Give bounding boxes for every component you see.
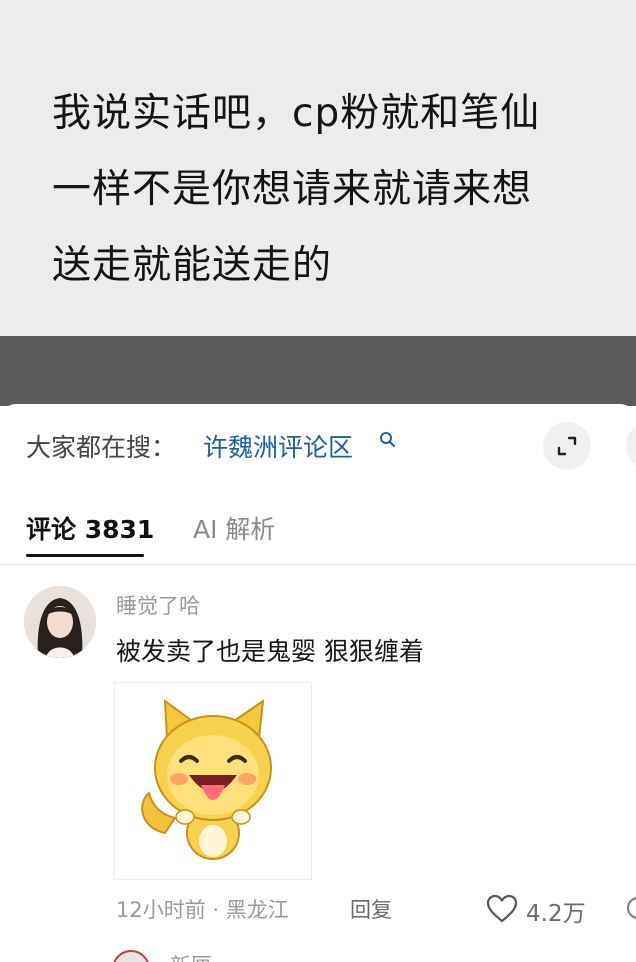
comment-sheet: 大家都在搜： 许魏洲评论区 评论 3831 AI 解析 睡觉了哈 被发卖了也是鬼… bbox=[0, 404, 636, 962]
quote-image: 我说实话吧，cp粉就和笔仙 一样不是你想请来就请来想 送走就能送走的 bbox=[0, 0, 636, 336]
like-count: 4.2万 bbox=[526, 901, 586, 927]
tab-bar: 评论 3831 AI 解析 bbox=[0, 488, 636, 565]
expand-button[interactable] bbox=[543, 422, 591, 470]
search-suggestion-link[interactable]: 许魏洲评论区 bbox=[203, 428, 353, 464]
expand-icon bbox=[557, 436, 577, 456]
next-comment-item: 新匣 bbox=[0, 938, 636, 962]
reply-button[interactable]: 回复 bbox=[350, 894, 392, 924]
search-icon[interactable] bbox=[378, 430, 398, 450]
comment-text: 被发卖了也是鬼婴 狠狠缠着 bbox=[116, 637, 424, 666]
comment-time-location: 12小时前 · 黑龙江 bbox=[116, 898, 289, 922]
active-tab-indicator bbox=[26, 554, 144, 557]
overlay-band bbox=[0, 336, 636, 406]
fox-emoji-sticker[interactable] bbox=[114, 682, 312, 880]
quote-text: 我说实话吧，cp粉就和笔仙 一样不是你想请来就请来想 送走就能送走的 bbox=[52, 91, 541, 288]
search-prefix-label: 大家都在搜： bbox=[26, 433, 177, 462]
tab-comments[interactable]: 评论 3831 bbox=[26, 510, 154, 546]
tab-ai-analysis[interactable]: AI 解析 bbox=[193, 510, 275, 546]
comment-username[interactable]: 睡觉了哈 bbox=[116, 590, 200, 620]
search-suggestion-row[interactable]: 大家都在搜： 许魏洲评论区 bbox=[0, 404, 636, 488]
comment-username[interactable]: 新匣 bbox=[170, 950, 212, 962]
dislike-icon[interactable] bbox=[624, 894, 636, 924]
heart-icon[interactable] bbox=[486, 894, 518, 924]
avatar[interactable] bbox=[24, 586, 96, 658]
avatar[interactable] bbox=[112, 950, 150, 962]
close-button[interactable] bbox=[626, 422, 636, 470]
comment-item: 睡觉了哈 被发卖了也是鬼婴 狠狠缠着 12小时前 · 黑龙江 回复 4.2万 bbox=[0, 564, 636, 927]
